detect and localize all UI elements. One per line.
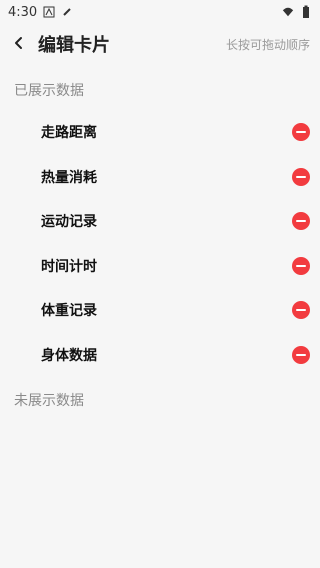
back-arrow-icon (12, 35, 26, 54)
shown-section-title: 已展示数据 (14, 83, 84, 99)
drag-hint: 长按可拖动顺序 (225, 37, 310, 52)
item-label: 体重记录 (41, 303, 97, 320)
title-bar: 编辑卡片 长按可拖动顺序 (0, 28, 320, 60)
remove-icon[interactable] (292, 256, 310, 275)
item-label: 运动记录 (41, 214, 97, 231)
hidden-section-title: 未展示数据 (14, 393, 84, 409)
item-label: 时间计时 (41, 258, 97, 275)
remove-icon[interactable] (292, 301, 310, 320)
shown-list: 走路距离 热量消耗 运动记录 时间计时 体重记录 身体数据 (0, 110, 320, 377)
remove-icon[interactable] (292, 212, 310, 231)
list-item[interactable]: 身体数据 (0, 333, 320, 378)
remove-icon[interactable] (292, 123, 310, 142)
item-label: 热量消耗 (41, 169, 97, 186)
item-label: 身体数据 (41, 347, 97, 364)
remove-icon[interactable] (292, 167, 310, 186)
list-item[interactable]: 时间计时 (0, 244, 320, 289)
page-title: 编辑卡片 (38, 35, 110, 56)
pen-icon (61, 6, 73, 18)
list-item[interactable]: 热量消耗 (0, 155, 320, 200)
list-item[interactable]: 体重记录 (0, 288, 320, 333)
item-label: 走路距离 (41, 125, 97, 142)
list-item[interactable]: 走路距离 (0, 110, 320, 155)
status-time: 4:30 (8, 4, 38, 20)
wifi-icon (282, 6, 294, 18)
status-left: 4:30 (8, 5, 73, 20)
list-item[interactable]: 运动记录 (0, 199, 320, 244)
notification-a-icon (43, 6, 55, 18)
remove-icon[interactable] (292, 345, 310, 364)
back-button[interactable] (10, 35, 28, 53)
battery-icon (300, 5, 312, 18)
status-bar: 4:30 (0, 0, 320, 24)
status-right (282, 5, 312, 18)
